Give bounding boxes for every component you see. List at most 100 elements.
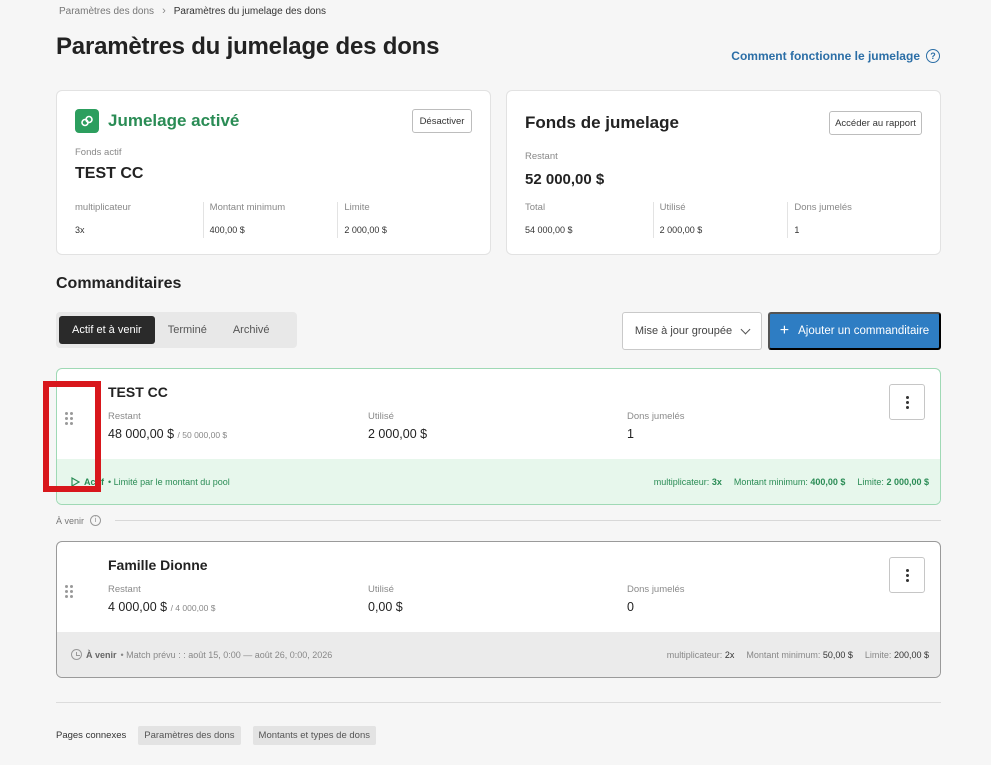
related-link-donation-amounts[interactable]: Montants et types de dons [252, 726, 376, 745]
status-detail: • Match prévu : : août 15, 0:00 — août 2… [120, 649, 333, 660]
minimum-summary: Montant minimum: 400,00 $ [733, 476, 846, 487]
related-pages-label: Pages connexes [56, 730, 127, 741]
info-icon[interactable]: i [90, 515, 102, 526]
sponsor-remaining: Restant 48 000,00 $ / 50 000,00 $ [108, 411, 227, 441]
stat-multiplier: multiplicateur 3x [75, 202, 203, 238]
remaining-label: Restant [108, 584, 141, 595]
active-fund-name: TEST CC [75, 165, 144, 182]
remaining-amount: 48 000,00 $ [108, 427, 175, 441]
status-detail: • Limité par le montant du pool [108, 476, 230, 487]
remaining-total: / 50 000,00 $ [177, 430, 228, 440]
stat-matched: Dons jumelés 1 [787, 202, 922, 238]
upcoming-label: À venir [56, 515, 85, 526]
matching-status-header: Jumelage activé [75, 109, 239, 133]
matching-fund-card: Fonds de jumelage Accéder au rapport Res… [506, 90, 941, 255]
view-report-button[interactable]: Accéder au rapport [829, 111, 922, 135]
matched-value: 0 [627, 600, 634, 614]
multiplier-summary: multiplicateur: 2x [666, 649, 735, 660]
sponsor-name: TEST CC [108, 384, 168, 400]
how-matching-works-link[interactable]: Comment fonctionne le jumelage ? [731, 49, 940, 63]
limit-summary: Limite: 200,00 $ [864, 649, 929, 660]
matching-status-title: Jumelage activé [108, 111, 240, 130]
tab-finished[interactable]: Terminé [155, 316, 220, 344]
stat-label: Dons jumelés [794, 202, 852, 213]
deactivate-button[interactable]: Désactiver [412, 109, 472, 133]
used-label: Utilisé [368, 584, 394, 595]
tab-active-upcoming[interactable]: Actif et à venir [59, 316, 155, 344]
sponsor-name: Famille Dionne [108, 557, 208, 573]
sponsor-matched: Dons jumelés 0 [627, 584, 685, 614]
tab-archived[interactable]: Archivé [220, 316, 283, 344]
active-fund-label: Fonds actif [75, 147, 122, 158]
page: Paramètres des dons › Paramètres du jume… [0, 0, 991, 765]
footer-divider [56, 702, 941, 703]
sponsor-used: Utilisé 2 000,00 $ [368, 411, 427, 441]
matching-fund-title: Fonds de jumelage [525, 113, 679, 132]
add-sponsor-button[interactable]: + Ajouter un commanditaire [768, 312, 941, 350]
fund-remaining-value: 52 000,00 $ [525, 171, 605, 188]
minimum-summary: Montant minimum: 50,00 $ [746, 649, 853, 660]
matching-stats: multiplicateur 3x Montant minimum 400,00… [75, 202, 472, 238]
help-link-label: Comment fonctionne le jumelage [731, 49, 920, 63]
used-value: 2 000,00 $ [368, 427, 428, 441]
status-label: À venir [86, 649, 117, 660]
matching-status-card: Jumelage activé Désactiver Fonds actif T… [56, 90, 491, 255]
fund-stats: Total 54 000,00 $ Utilisé 2 000,00 $ Don… [525, 202, 922, 238]
remaining-value: 4 000,00 $ / 4 000,00 $ [108, 600, 215, 614]
stat-label: Total [525, 202, 546, 213]
link-icon [75, 109, 99, 133]
stat-value: 2 000,00 $ [659, 225, 703, 235]
status-label: Actif [84, 476, 104, 487]
stat-limit: Limite 2 000,00 $ [337, 202, 472, 238]
bulk-update-dropdown[interactable]: Mise à jour groupée [622, 312, 762, 350]
more-options-button[interactable] [889, 557, 925, 593]
used-label: Utilisé [368, 411, 394, 422]
matched-value: 1 [627, 427, 634, 441]
limit-summary: Limite: 2 000,00 $ [857, 476, 929, 487]
related-pages: Pages connexes Paramètres des dons Monta… [56, 726, 376, 745]
sponsor-card[interactable]: Famille Dionne Restant 4 000,00 $ / 4 00… [56, 541, 941, 678]
sponsor-used: Utilisé 0,00 $ [368, 584, 403, 614]
sponsor-settings-summary: multiplicateur: 2x Montant minimum: 50,0… [667, 650, 929, 660]
matched-label: Dons jumelés [627, 584, 685, 595]
breadcrumb-parent-link[interactable]: Paramètres des dons [59, 6, 154, 17]
related-link-donation-settings[interactable]: Paramètres des dons [138, 726, 241, 745]
breadcrumb-separator: › [162, 5, 166, 17]
stat-value: 400,00 $ [209, 225, 245, 235]
remaining-value: 48 000,00 $ / 50 000,00 $ [108, 427, 227, 441]
stat-value: 1 [794, 225, 800, 235]
stat-minimum: Montant minimum 400,00 $ [202, 202, 338, 238]
sponsor-status: À venir • Match prévu : : août 15, 0:00 … [71, 649, 332, 660]
more-options-button[interactable] [889, 384, 925, 420]
sponsor-tabs: Actif et à venir Terminé Archivé [56, 312, 297, 348]
breadcrumb-current: Paramètres du jumelage des dons [173, 5, 327, 17]
matched-label: Dons jumelés [627, 411, 685, 422]
stat-total: Total 54 000,00 $ [525, 202, 653, 238]
page-title: Paramètres du jumelage des dons [56, 33, 440, 60]
sponsor-card[interactable]: TEST CC Restant 48 000,00 $ / 50 000,00 … [56, 368, 941, 505]
breadcrumb: Paramètres des dons › Paramètres du jume… [59, 5, 326, 17]
add-sponsor-label: Ajouter un commanditaire [798, 325, 930, 337]
stat-value: 3x [75, 225, 85, 235]
stat-label: Montant minimum [209, 202, 286, 213]
stat-value: 54 000,00 $ [525, 225, 573, 235]
chevron-down-icon [740, 324, 751, 334]
sponsor-status-bar: À venir • Match prévu : : août 15, 0:00 … [57, 632, 940, 677]
remaining-label: Restant [108, 411, 141, 422]
play-icon [71, 476, 80, 487]
remaining-amount: 4 000,00 $ [108, 600, 168, 614]
fund-remaining-label: Restant [525, 151, 558, 162]
remaining-total: / 4 000,00 $ [170, 603, 216, 613]
sponsor-remaining: Restant 4 000,00 $ / 4 000,00 $ [108, 584, 215, 614]
sponsors-section-title: Commanditaires [56, 275, 182, 292]
used-value: 0,00 $ [368, 600, 403, 614]
question-circle-icon: ? [926, 49, 940, 63]
stat-label: Limite [344, 202, 370, 213]
sponsor-matched: Dons jumelés 1 [627, 411, 685, 441]
sponsor-settings-summary: multiplicateur: 3x Montant minimum: 400,… [654, 477, 929, 487]
drag-handle-icon[interactable] [65, 585, 73, 598]
upcoming-divider: À venir i [56, 515, 941, 526]
stat-label: Utilisé [659, 202, 686, 213]
drag-handle-icon[interactable] [65, 412, 73, 425]
sponsor-status-bar: Actif • Limité par le montant du pool mu… [57, 459, 940, 504]
